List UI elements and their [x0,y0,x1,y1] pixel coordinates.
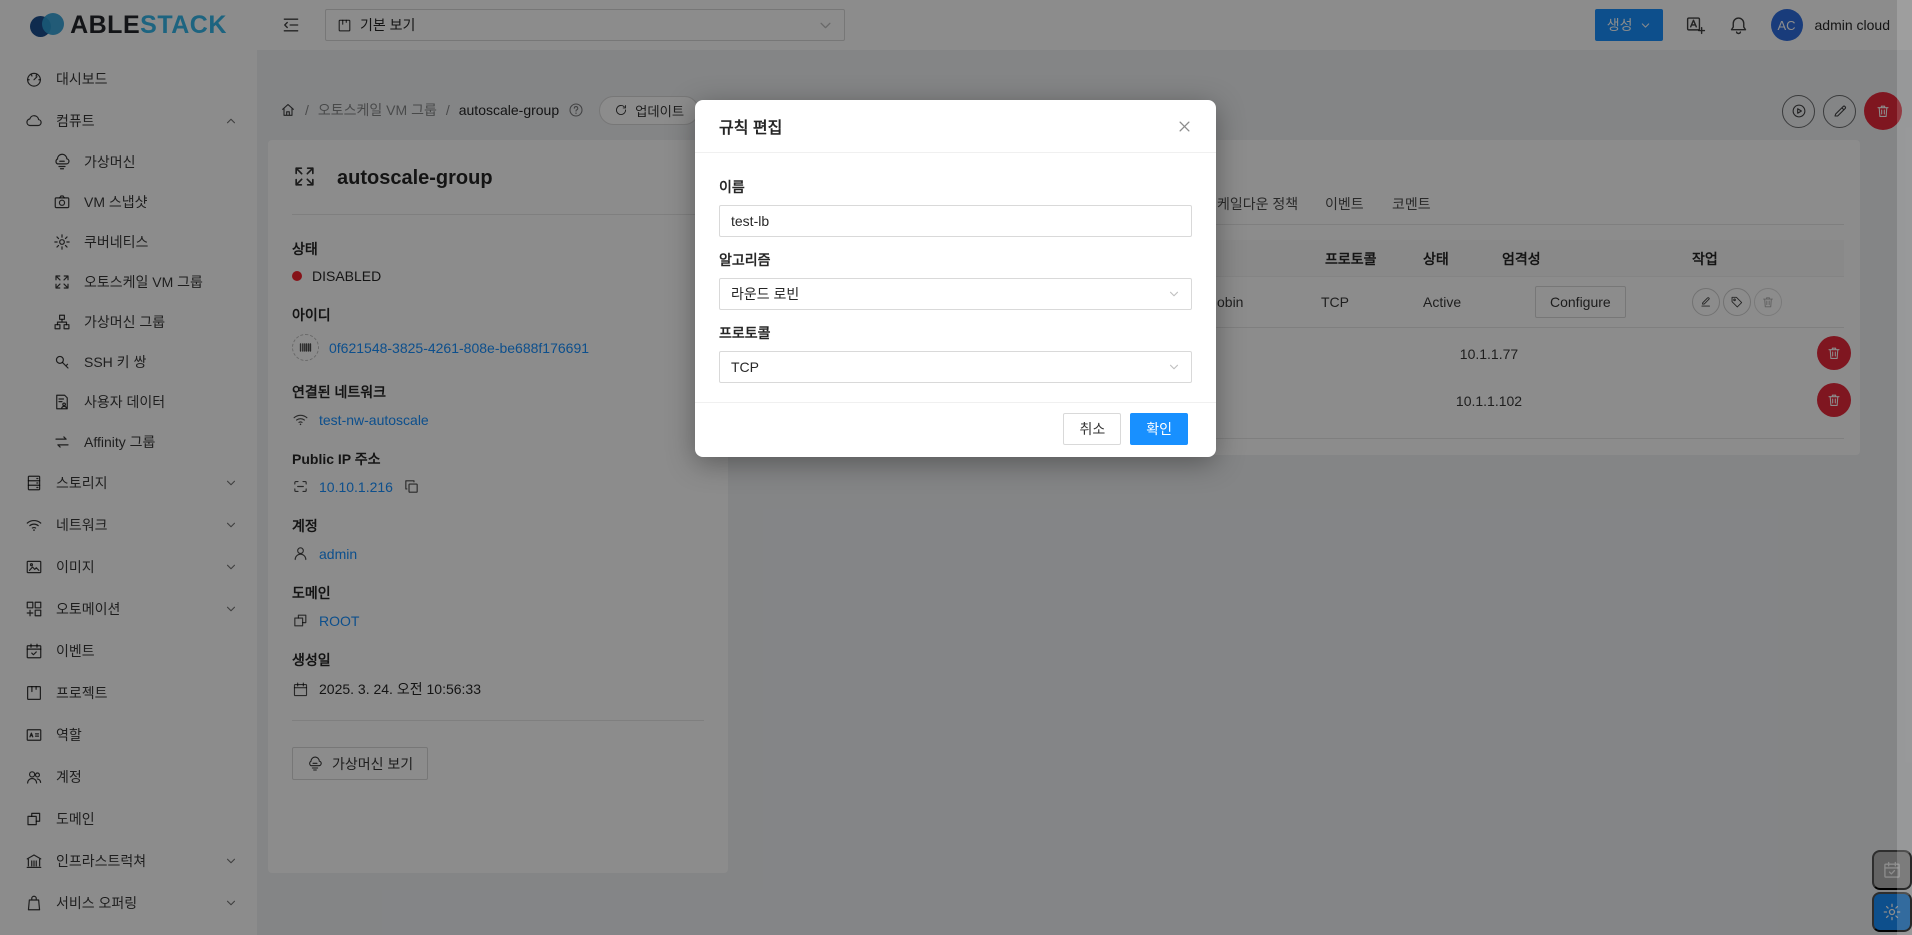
name-input[interactable] [719,205,1192,237]
chevron-down-icon [1168,361,1180,373]
chevron-down-icon [1168,288,1180,300]
edit-rule-modal: 규칙 편집 이름알고리즘 라운드 로빈 프로토콜 TCP 취소 확인 [695,100,1216,457]
algorithm-select[interactable]: 라운드 로빈 [719,278,1192,310]
field-label: 프로토콜 [719,325,771,341]
ok-button[interactable]: 확인 [1130,413,1188,445]
modal-title: 규칙 편집 [719,120,783,137]
field-label: 알고리즘 [719,252,771,268]
page-scrollbar[interactable] [1897,0,1912,935]
close-icon[interactable] [1177,119,1192,134]
protocol-select[interactable]: TCP [719,351,1192,383]
cancel-button[interactable]: 취소 [1063,413,1122,445]
field-label: 이름 [719,179,745,195]
